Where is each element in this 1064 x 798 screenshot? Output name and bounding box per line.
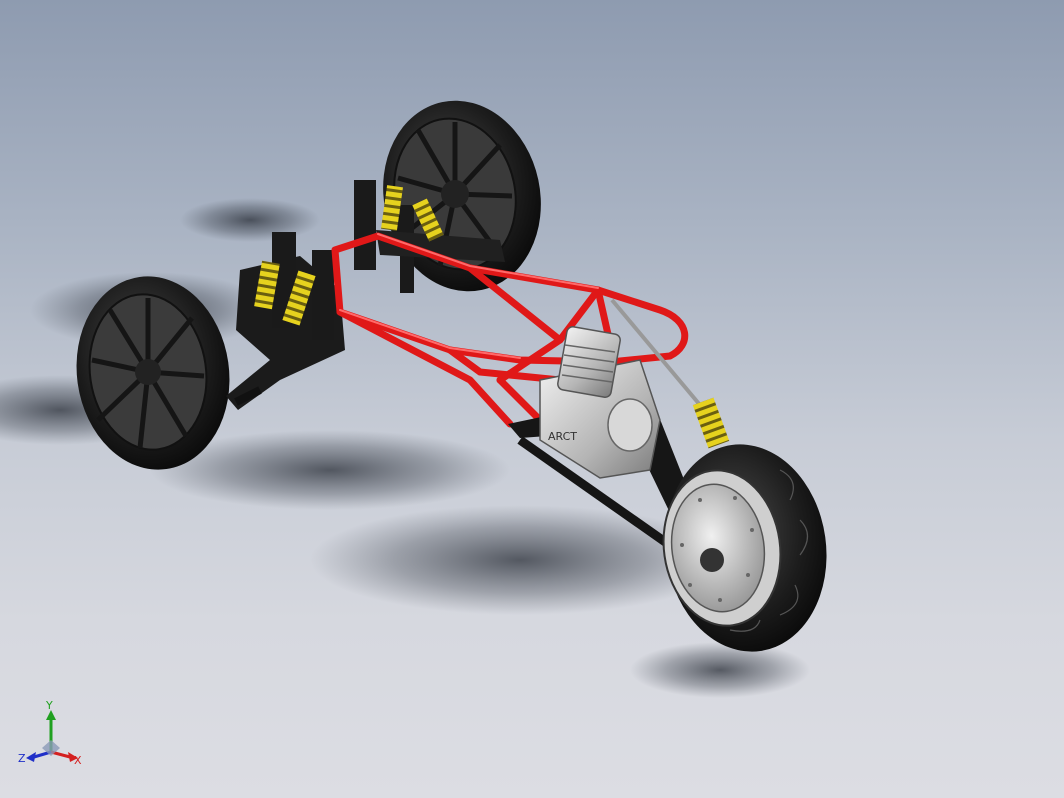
y-axis-label: Y bbox=[45, 700, 53, 712]
rear-wheel[interactable] bbox=[652, 434, 839, 662]
orientation-triad[interactable]: Y X Z bbox=[18, 699, 88, 772]
cad-graphics-viewport[interactable]: ARCT Y X Z bbox=[0, 0, 1064, 798]
z-axis-label: Z bbox=[18, 752, 26, 765]
z-axis-arrow bbox=[26, 750, 52, 762]
engine[interactable]: ARCT bbox=[539, 325, 661, 479]
trike-chassis-model[interactable]: ARCT bbox=[0, 0, 1064, 798]
x-axis-label: X bbox=[74, 754, 82, 767]
engine-badge: ARCT bbox=[548, 430, 577, 443]
front-suspension-assembly[interactable] bbox=[226, 232, 345, 410]
